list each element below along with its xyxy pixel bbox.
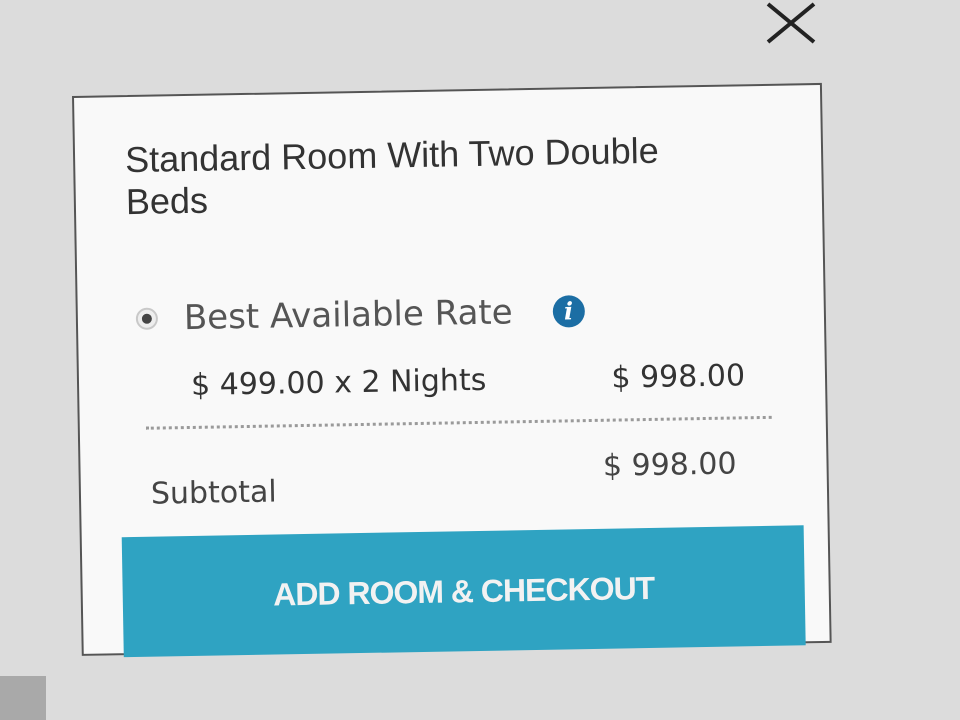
add-room-checkout-button[interactable]: ADD ROOM & CHECKOUT — [121, 525, 806, 658]
line-item-description: $ 499.00 x 2 Nights — [190, 362, 487, 403]
rate-radio[interactable] — [135, 307, 159, 330]
background-block — [0, 676, 46, 720]
close-icon[interactable] — [760, 0, 820, 48]
subtotal-amount: $ 998.00 — [602, 446, 737, 484]
radio-selected-dot — [141, 313, 152, 324]
divider — [145, 415, 772, 430]
rate-option-best-available[interactable]: Best Available Rate i — [135, 291, 585, 339]
info-icon[interactable]: i — [552, 295, 585, 328]
room-card: Standard Room With Two Double Beds Best … — [72, 82, 832, 658]
subtotal-label: Subtotal — [150, 474, 277, 512]
rate-label: Best Available Rate — [183, 292, 513, 339]
room-title: Standard Room With Two Double Beds — [124, 129, 660, 223]
line-item-amount: $ 998.00 — [611, 358, 746, 396]
